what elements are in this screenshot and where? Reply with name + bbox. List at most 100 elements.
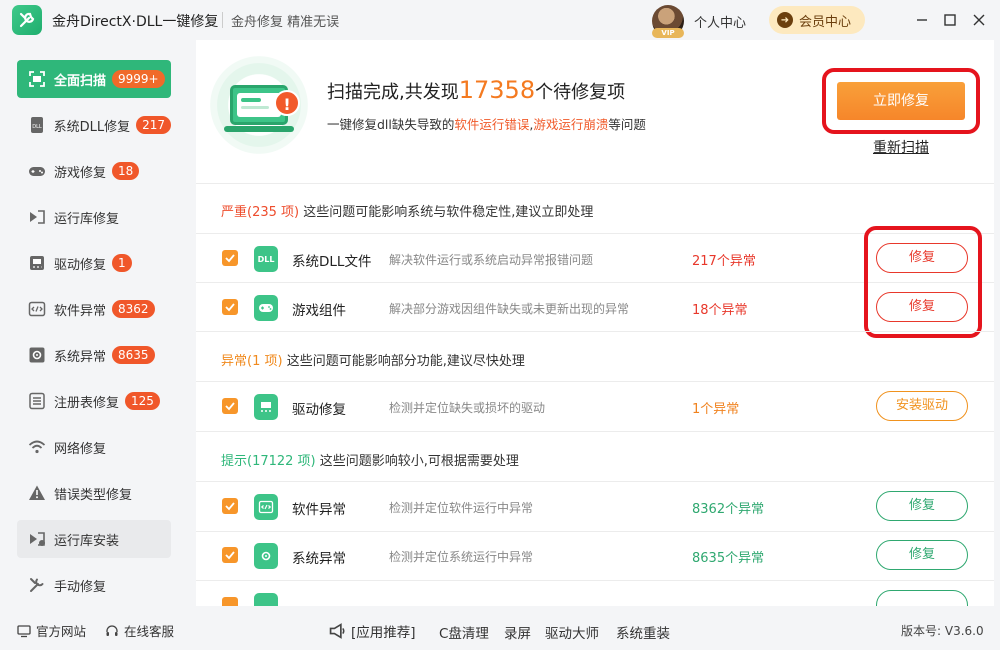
sidebar-item-label: 系统异常 — [54, 349, 107, 365]
sidebar-badge: 1 — [112, 254, 132, 272]
sidebar-item-label: 系统DLL修复 — [53, 119, 131, 135]
table-row: 游戏组件 解决部分游戏因组件缺失或未更新出现的异常 18个异常 修复 — [196, 283, 994, 332]
repair-button[interactable]: 修复 — [876, 292, 968, 322]
repair-button[interactable] — [876, 590, 968, 606]
row-count: 217个异常 — [692, 254, 756, 269]
sidebar-badge: 18 — [112, 162, 140, 180]
wrench-icon — [27, 575, 47, 595]
row-checkbox[interactable] — [222, 398, 238, 414]
table-row — [196, 581, 994, 606]
section-desc: 这些问题影响较小,可根据需要处理 — [319, 454, 519, 469]
member-center-button[interactable]: ➜ 会员中心 — [769, 6, 865, 34]
title-bar: 金舟DirectX·DLL一键修复 金舟修复 精准无误 VIP 个人中心 ➜ 会… — [0, 0, 1000, 40]
official-website-link[interactable]: 官方网站 — [17, 621, 86, 640]
megaphone-icon — [329, 623, 345, 639]
repair-button[interactable]: 修复 — [876, 243, 968, 273]
row-desc: 检测并定位系统运行中异常 — [389, 550, 534, 564]
section-level: 异常(1 项) — [221, 354, 283, 369]
section-desc: 这些问题可能影响部分功能,建议尽快处理 — [286, 354, 525, 369]
sidebar-item-registry-repair[interactable]: 注册表修复 125 — [17, 382, 171, 420]
maximize-icon[interactable] — [940, 10, 960, 30]
row-checkbox[interactable] — [222, 299, 238, 315]
repair-button[interactable]: 修复 — [876, 491, 968, 521]
code-window-icon — [27, 299, 47, 319]
row-checkbox[interactable] — [222, 597, 238, 606]
sidebar-item-system-error[interactable]: 系统异常 8635 — [17, 336, 171, 374]
row-checkbox[interactable] — [222, 250, 238, 266]
app-recommend: [应用推荐] — [328, 621, 416, 641]
row-checkbox[interactable] — [222, 547, 238, 563]
alert-icon: ! — [274, 90, 300, 116]
online-support-link[interactable]: 在线客服 — [105, 621, 174, 640]
row-desc: 检测并定位软件运行中异常 — [389, 501, 534, 515]
sidebar-item-label: 驱动修复 — [54, 257, 107, 273]
app-logo-icon — [12, 5, 42, 35]
sidebar-item-runtime-install[interactable]: 运行库安装 — [17, 520, 171, 558]
close-icon[interactable] — [969, 10, 989, 30]
vip-tag: VIP — [652, 28, 684, 38]
member-arrow-icon: ➜ — [777, 12, 793, 28]
issue-count: 17358 — [458, 76, 536, 104]
sidebar-item-label: 全面扫描 — [54, 73, 107, 89]
sidebar-item-error-type-repair[interactable]: 错误类型修复 — [17, 474, 171, 512]
sidebar-item-label: 运行库安装 — [54, 533, 120, 549]
user-center-link[interactable]: 个人中心 — [694, 12, 746, 31]
sidebar-badge: 8635 — [112, 346, 155, 364]
c-drive-clean-link[interactable]: C盘清理 — [439, 622, 489, 642]
scan-summary-subtitle: 一键修复dll缺失导致的软件运行错误,游戏运行崩溃等问题 — [327, 117, 646, 132]
table-row: DLL 系统DLL文件 解决软件运行或系统启动异常报错问题 217个异常 修复 — [196, 234, 994, 283]
repair-button[interactable]: 修复 — [876, 540, 968, 570]
app-recommend-label: [应用推荐] — [351, 625, 416, 641]
sidebar-item-label: 网络修复 — [54, 441, 107, 457]
sidebar-item-driver-repair[interactable]: 驱动修复 1 — [17, 244, 171, 282]
section-header-warn: 异常(1 项) 这些问题可能影响部分功能,建议尽快处理 — [221, 350, 525, 369]
sidebar-item-network-repair[interactable]: 网络修复 — [17, 428, 171, 466]
gamepad-icon — [254, 295, 278, 321]
monitor-base — [224, 126, 294, 132]
table-row: 驱动修复 检测并定位缺失或损坏的驱动 1个异常 安装驱动 — [196, 382, 994, 431]
row-name: 系统DLL文件 — [292, 254, 372, 270]
section-level: 提示(17122 项) — [221, 454, 316, 469]
rescan-link[interactable]: 重新扫描 — [873, 137, 929, 157]
install-driver-button[interactable]: 安装驱动 — [876, 391, 968, 421]
divider — [196, 183, 994, 184]
sidebar-badge: 9999+ — [112, 70, 165, 88]
official-website-label: 官方网站 — [36, 624, 87, 639]
sidebar-badge: 217 — [136, 116, 171, 134]
sidebar-item-label: 注册表修复 — [54, 395, 120, 411]
dll-file-icon: DLL — [254, 246, 278, 272]
gear-icon — [27, 345, 47, 365]
svg-text:DLL: DLL — [32, 124, 42, 130]
table-row: 系统异常 检测并定位系统运行中异常 8635个异常 修复 — [196, 531, 994, 580]
driver-master-link[interactable]: 驱动大师 — [545, 622, 599, 642]
minimize-icon[interactable] — [912, 10, 932, 30]
sidebar-item-manual-repair[interactable]: 手动修复 — [17, 566, 171, 604]
member-center-label: 会员中心 — [799, 14, 852, 30]
screen-record-link[interactable]: 录屏 — [504, 622, 531, 642]
sidebar-item-full-scan[interactable]: 全面扫描 9999+ — [17, 60, 171, 98]
section-header-severe: 严重(235 项) 这些问题可能影响系统与软件稳定性,建议立即处理 — [221, 201, 593, 220]
sidebar-item-software-error[interactable]: 软件异常 8362 — [17, 290, 171, 328]
driver-icon — [254, 394, 278, 420]
code-window-icon — [254, 494, 278, 520]
registry-icon — [254, 593, 278, 606]
wifi-icon — [27, 437, 47, 457]
row-checkbox[interactable] — [222, 498, 238, 514]
install-icon — [27, 529, 47, 549]
sidebar-item-runtime-repair[interactable]: 运行库修复 — [17, 198, 171, 236]
system-reinstall-link[interactable]: 系统重装 — [616, 622, 670, 642]
sidebar-item-game-repair[interactable]: 游戏修复 18 — [17, 152, 171, 190]
row-name: 软件异常 — [292, 502, 346, 518]
sidebar-badge: 125 — [125, 392, 160, 410]
divider — [196, 431, 994, 432]
fix-now-button[interactable]: 立即修复 — [837, 82, 965, 120]
sidebar: 全面扫描 9999+ DLL 系统DLL修复 217 游戏修复 18 运行库修复 — [0, 40, 188, 606]
dll-file-icon: DLL — [27, 115, 47, 135]
app-window: 金舟DirectX·DLL一键修复 金舟修复 精准无误 VIP 个人中心 ➜ 会… — [0, 0, 1000, 650]
row-count: 8635个异常 — [692, 551, 765, 566]
table-row: 软件异常 检测并定位软件运行中异常 8362个异常 修复 — [196, 482, 994, 531]
section-level: 严重(235 项) — [221, 205, 300, 220]
row-name: 游戏组件 — [292, 303, 346, 319]
sidebar-item-system-dll[interactable]: DLL 系统DLL修复 217 — [17, 106, 171, 144]
online-support-label: 在线客服 — [124, 624, 175, 639]
